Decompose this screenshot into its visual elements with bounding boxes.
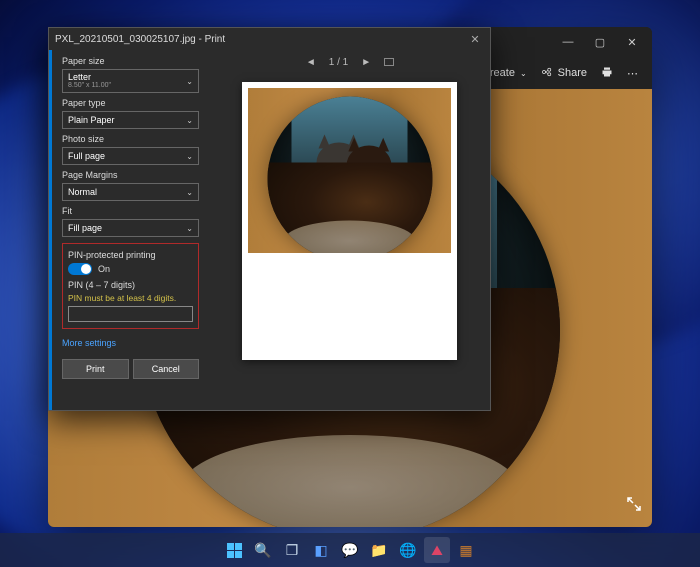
paper-size-dropdown[interactable]: Letter 8.50" x 11.00" ⌄ xyxy=(62,69,199,93)
search-button[interactable]: 🔍 xyxy=(250,537,276,563)
print-preview-panel: ◄ 1 / 1 ► xyxy=(209,50,490,410)
print-button[interactable]: Print xyxy=(62,359,129,379)
prev-page-button[interactable]: ◄ xyxy=(305,56,317,68)
pin-section-label: PIN-protected printing xyxy=(68,250,193,260)
search-icon: 🔍 xyxy=(254,542,271,559)
taskbar-app[interactable]: ▦ xyxy=(453,537,479,563)
pin-input[interactable] xyxy=(68,306,193,322)
page-indicator: 1 / 1 xyxy=(329,57,348,68)
more-settings-link[interactable]: More settings xyxy=(62,338,199,348)
start-button[interactable] xyxy=(221,537,247,563)
margins-dropdown[interactable]: Normal ⌄ xyxy=(62,183,199,201)
print-button[interactable] xyxy=(601,66,613,81)
paper-type-label: Paper type xyxy=(62,98,199,108)
preview-page xyxy=(242,82,457,360)
pin-toggle[interactable] xyxy=(68,263,92,275)
paper-type-dropdown[interactable]: Plain Paper ⌄ xyxy=(62,111,199,129)
chevron-down-icon: ⌄ xyxy=(186,77,193,86)
folder-icon: 📁 xyxy=(370,542,387,559)
taskbar-app-edge[interactable]: 🌐 xyxy=(395,537,421,563)
fit-page-icon[interactable] xyxy=(384,58,394,66)
task-view-icon: ❐ xyxy=(286,542,299,559)
paper-type-value: Plain Paper xyxy=(68,115,115,125)
next-page-button[interactable]: ► xyxy=(360,56,372,68)
task-view-button[interactable]: ❐ xyxy=(279,537,305,563)
app-icon: ▦ xyxy=(459,542,472,559)
dialog-title: PXL_20210501_030025107.jpg - Print xyxy=(55,34,225,45)
fit-dropdown[interactable]: Fill page ⌄ xyxy=(62,219,199,237)
print-dialog: PXL_20210501_030025107.jpg - Print ✕ Pap… xyxy=(48,27,491,411)
photo-size-dropdown[interactable]: Full page ⌄ xyxy=(62,147,199,165)
photos-icon: ⛰ xyxy=(431,542,443,559)
taskbar-app-photos[interactable]: ⛰ xyxy=(424,537,450,563)
printer-icon xyxy=(601,66,613,81)
paper-size-sub: 8.50" x 11.00" xyxy=(68,82,111,89)
fullscreen-icon[interactable] xyxy=(626,496,642,517)
widgets-icon: ◧ xyxy=(314,542,327,559)
dialog-close-button[interactable]: ✕ xyxy=(466,33,484,46)
margins-label: Page Margins xyxy=(62,170,199,180)
fit-label: Fit xyxy=(62,206,199,216)
pin-hint: PIN (4 – 7 digits) xyxy=(68,280,193,290)
chevron-down-icon: ⌄ xyxy=(186,188,193,197)
dialog-titlebar: PXL_20210501_030025107.jpg - Print ✕ xyxy=(49,28,490,50)
taskbar-app-explorer[interactable]: 📁 xyxy=(366,537,392,563)
preview-toolbar: ◄ 1 / 1 ► xyxy=(209,50,490,74)
pin-protected-section: PIN-protected printing On PIN (4 – 7 dig… xyxy=(62,243,199,329)
margins-value: Normal xyxy=(68,187,97,197)
windows-logo-icon xyxy=(227,543,242,558)
taskbar-app[interactable]: 💬 xyxy=(337,537,363,563)
print-options-panel: Paper size Letter 8.50" x 11.00" ⌄ Paper… xyxy=(49,50,209,410)
window-minimize-button[interactable]: ― xyxy=(552,27,584,57)
pin-error-message: PIN must be at least 4 digits. xyxy=(68,293,193,303)
chevron-down-icon: ⌄ xyxy=(186,224,193,233)
window-close-button[interactable]: ✕ xyxy=(616,27,648,57)
share-label: Share xyxy=(558,67,587,79)
fit-value: Fill page xyxy=(68,223,102,233)
photo-size-label: Photo size xyxy=(62,134,199,144)
preview-image xyxy=(248,88,451,253)
photo-size-value: Full page xyxy=(68,151,105,161)
window-maximize-button[interactable]: ▢ xyxy=(584,27,616,57)
taskbar: 🔍 ❐ ◧ 💬 📁 🌐 ⛰ ▦ xyxy=(0,533,700,567)
chevron-down-icon: ⌄ xyxy=(186,116,193,125)
chevron-down-icon: ⌄ xyxy=(520,69,527,78)
widgets-button[interactable]: ◧ xyxy=(308,537,334,563)
paper-size-value: Letter xyxy=(68,73,111,83)
share-icon xyxy=(541,66,553,81)
preview-area xyxy=(209,74,490,410)
chat-icon: 💬 xyxy=(341,542,358,559)
chevron-down-icon: ⌄ xyxy=(186,152,193,161)
paper-size-label: Paper size xyxy=(62,56,199,66)
cancel-button[interactable]: Cancel xyxy=(133,359,200,379)
more-icon: ⋯ xyxy=(627,67,638,80)
pin-toggle-state: On xyxy=(98,264,110,274)
share-button[interactable]: Share xyxy=(541,66,587,81)
more-button[interactable]: ⋯ xyxy=(627,67,638,80)
edge-icon: 🌐 xyxy=(399,542,416,559)
